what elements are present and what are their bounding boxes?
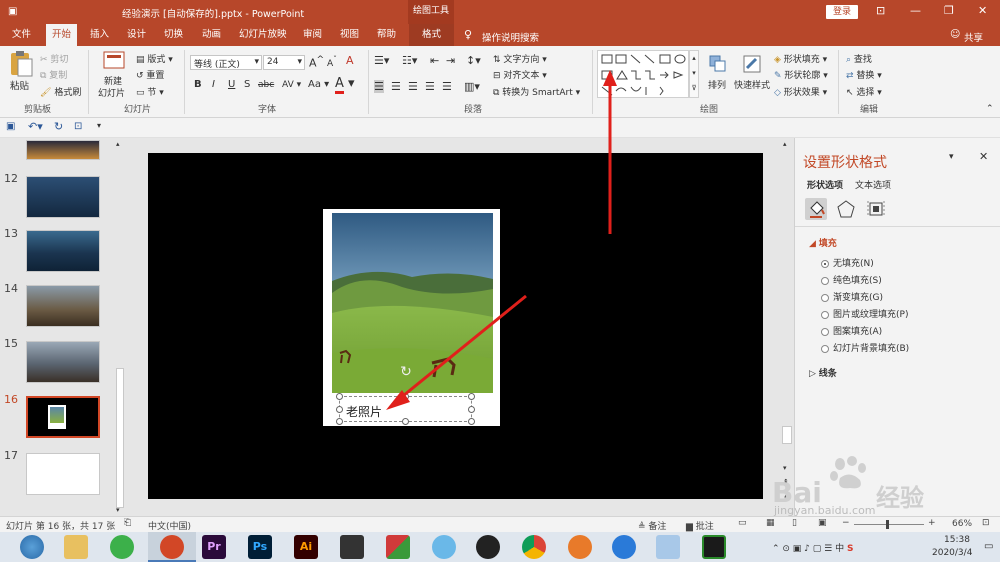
spellcheck-icon[interactable]: ⎗ [124,518,131,528]
pane-close-icon[interactable]: ✕ [979,150,988,163]
photoshop-icon[interactable]: Ps [248,535,272,559]
fill-section-header[interactable]: ◢ 填充 [809,236,837,249]
radio-icon [821,293,829,302]
wechat-icon[interactable] [110,535,134,559]
radio-icon [821,344,829,353]
chat-app-icon[interactable] [432,535,456,559]
radio-icon [821,327,829,336]
qq-icon[interactable] [476,535,500,559]
arrow-head-icon [603,70,617,86]
radio-icon [821,310,829,319]
app-orange-icon[interactable] [568,535,592,559]
clock-time[interactable]: 15:38 [944,535,970,545]
illustrator-icon[interactable]: Ai [294,535,318,559]
fill-header-label: 填充 [818,239,837,249]
fill-option-label: 图片或纹理填充(P) [833,310,909,320]
radio-selected-icon [821,259,829,268]
zoom-slider-thumb[interactable] [886,520,889,529]
fill-option-picture[interactable]: 图片或纹理填充(P) [821,307,909,324]
language-status[interactable]: 中文(中国) [148,519,191,532]
zoom-slider[interactable] [854,524,924,525]
fit-slide-icon[interactable]: ⊡ [982,518,990,528]
pane-title: 设置形状格式 [803,155,887,171]
comments-button[interactable]: ▆ 批注 [686,519,714,532]
reading-view-icon[interactable]: ▯ [792,518,797,528]
notes-label: 备注 [648,522,667,532]
app-icon[interactable] [386,535,410,559]
taskbar-active-app[interactable] [148,532,196,562]
comments-label: 批注 [695,522,714,532]
chrome-icon[interactable] [522,535,546,559]
fill-line-icon[interactable] [805,198,827,220]
radio-icon [821,276,829,285]
slide-sorter-icon[interactable]: ▦ [766,518,775,528]
notes-button[interactable]: ≜ 备注 [638,519,666,532]
zoom-out-icon[interactable]: − [842,518,850,528]
size-properties-icon[interactable] [865,198,887,220]
premiere-icon[interactable]: Pr [202,535,226,559]
clock-date[interactable]: 2020/3/4 [932,548,972,558]
zoom-in-icon[interactable]: + [928,518,936,528]
fill-option-pattern[interactable]: 图案填充(A) [821,324,909,341]
ie-icon[interactable] [612,535,636,559]
fill-option-label: 渐变填充(G) [833,293,883,303]
scroll-up-icon[interactable]: ▴ [783,140,787,148]
pane-options-icon[interactable]: ▾ [949,152,954,162]
divider [795,226,1000,227]
powerpoint-icon [160,535,184,559]
watermark-brand2: 经验 [876,484,924,512]
fill-option-label: 无填充(N) [833,259,874,269]
browser-360-icon[interactable] [20,535,44,559]
zoom-level[interactable]: 66% [952,519,972,529]
line-header-label: 线条 [818,369,837,379]
fill-option-gradient[interactable]: 渐变填充(G) [821,290,909,307]
normal-view-icon[interactable]: ▭ [738,518,747,528]
slide-count-status: 幻灯片 第 16 张，共 17 张 [6,522,116,532]
video-editor-icon[interactable] [340,535,364,559]
baidu-watermark: Bai 经验 jingyan.baidu.com [770,456,1000,517]
arrow-to-caption [397,294,527,402]
line-section-header[interactable]: ▷ 线条 [809,366,837,379]
scroll-thumb[interactable] [782,426,792,444]
file-explorer-icon[interactable] [64,535,88,559]
tab-shape-options[interactable]: 形状选项 [807,178,843,191]
fill-option-label: 图案填充(A) [833,327,883,337]
tab-text-options[interactable]: 文本选项 [855,178,891,191]
app-green-icon[interactable] [702,535,726,559]
tray-icons[interactable]: ⌃ ⊙ ▣ ♪ ▢ ☰ 中 S [772,541,853,554]
fill-option-none[interactable]: 无填充(N) [821,256,909,273]
slideshow-view-icon[interactable]: ▣ [818,518,827,528]
paw-logo-icon [830,456,866,489]
fill-option-label: 幻灯片背景填充(B) [833,344,910,354]
windows-taskbar: Pr Ps Ai ⌃ ⊙ ▣ ♪ ▢ ☰ 中 S 15:38 2020/3/4 … [0,532,1000,562]
fill-option-solid[interactable]: 纯色填充(S) [821,273,909,290]
effects-icon[interactable] [835,198,857,220]
fill-option-label: 纯色填充(S) [833,276,882,286]
fill-option-background[interactable]: 幻灯片背景填充(B) [821,341,909,358]
notification-icon[interactable]: ▭ [984,541,993,552]
fill-options-list: 无填充(N) 纯色填充(S) 渐变填充(G) 图片或纹理填充(P) 图案填充(A… [821,256,909,358]
app-blue-icon[interactable] [656,535,680,559]
status-bar: 幻灯片 第 16 张，共 17 张 ⎗ 中文(中国) ≜ 备注 ▆ 批注 ▭ ▦… [0,516,1000,532]
